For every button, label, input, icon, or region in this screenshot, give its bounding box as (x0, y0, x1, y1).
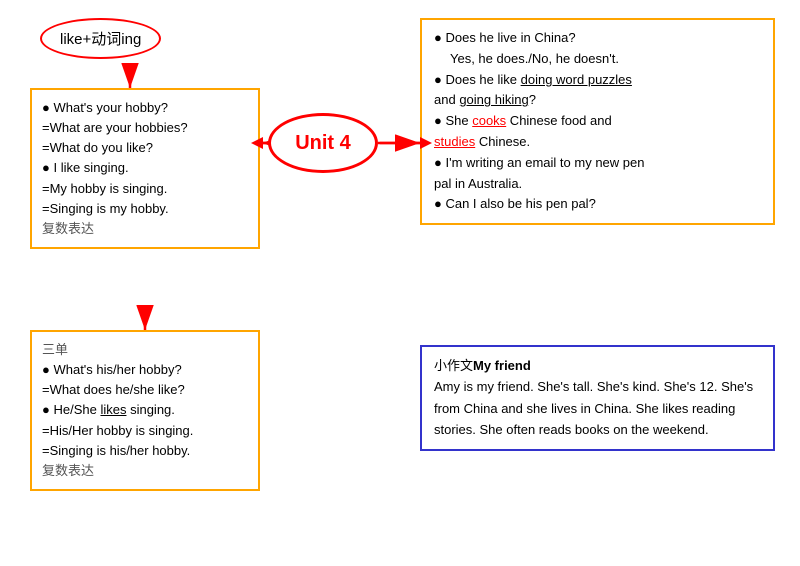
box-right-top: Does he live in China? Yes, he does./No,… (420, 18, 775, 225)
essay-title: 小作文My friend (434, 355, 761, 376)
list-item: =Singing is my hobby. (42, 199, 248, 219)
list-item: Does he live in China? Yes, he does./No,… (434, 28, 761, 70)
list-item: =Singing is his/her hobby. (42, 441, 248, 461)
essay-title-english: My friend (473, 358, 531, 373)
list-item: =His/Her hobby is singing. (42, 421, 248, 441)
list-item: =What are your hobbies? (42, 118, 248, 138)
unit-label: Unit 4 (268, 113, 378, 173)
box-right-bottom: 小作文My friend Amy is my friend. She's tal… (420, 345, 775, 451)
box-left-bottom: 三单 What's his/her hobby? =What does he/s… (30, 330, 260, 491)
essay-title-chinese: 小作文 (434, 358, 473, 373)
list-item: She cooks Chinese food and studies Chine… (434, 111, 761, 153)
list-item: What's his/her hobby? (42, 360, 248, 380)
chinese-label: 复数表达 (42, 219, 248, 239)
chinese-label-2: 复数表达 (42, 461, 248, 481)
list-item: =What do you like? (42, 138, 248, 158)
list-item: =What does he/she like? (42, 380, 248, 400)
list-item: I'm writing an email to my new pen pal i… (434, 153, 761, 195)
box-left-top: What's your hobby? =What are your hobbie… (30, 88, 260, 249)
essay-content: Amy is my friend. She's tall. She's kind… (434, 376, 761, 440)
list-item: I like singing. (42, 158, 248, 178)
list-item: Can I also be his pen pal? (434, 194, 761, 215)
list-item: Does he like doing word puzzles and goin… (434, 70, 761, 112)
list-item: =My hobby is singing. (42, 179, 248, 199)
list-item: What's your hobby? (42, 98, 248, 118)
like-verb-oval: like+动词ing (40, 18, 161, 59)
san-dan-label: 三单 (42, 340, 248, 360)
list-item: He/She likes singing. (42, 400, 248, 420)
